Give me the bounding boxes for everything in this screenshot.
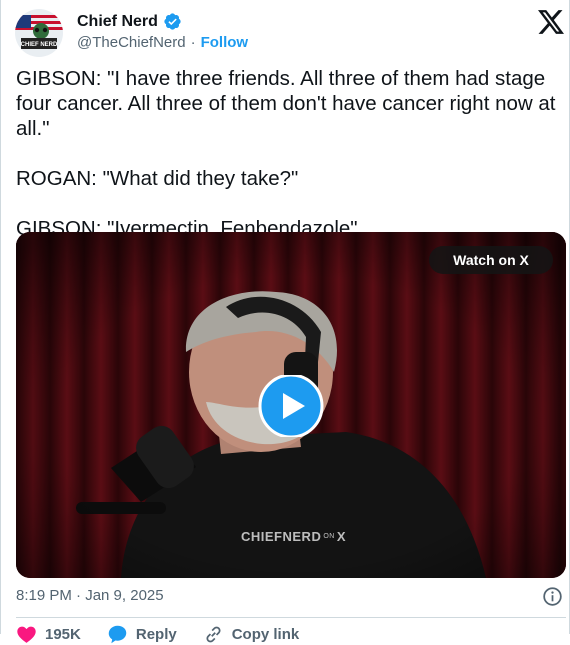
- tweet-text: GIBSON: "I have three friends. All three…: [16, 66, 561, 241]
- follow-button[interactable]: Follow: [201, 34, 249, 51]
- author-handle[interactable]: @TheChiefNerd: [77, 34, 186, 51]
- heart-icon: [17, 626, 36, 643]
- display-name[interactable]: Chief Nerd: [77, 13, 158, 31]
- tweet-timestamp[interactable]: 8:19 PM · Jan 9, 2025: [16, 587, 164, 604]
- tweet-paragraph: ROGAN: "What did they take?": [16, 167, 299, 190]
- author-name-row[interactable]: Chief Nerd: [77, 12, 182, 31]
- avatar[interactable]: CHIEF NERD: [15, 9, 63, 57]
- x-logo-icon[interactable]: [538, 10, 564, 34]
- divider: [16, 617, 566, 618]
- verified-badge-icon: [164, 13, 181, 30]
- like-button[interactable]: 195K: [16, 624, 81, 645]
- info-icon[interactable]: [542, 586, 563, 607]
- copy-link-label: Copy link: [231, 626, 300, 643]
- avatar-image: CHIEF NERD: [15, 9, 63, 57]
- watermark-x: X: [336, 529, 347, 544]
- like-count: 195K: [45, 626, 81, 643]
- separator-dot: ·: [190, 34, 196, 51]
- tweet-card: CHIEF NERD Chief Nerd @TheChiefNerd · Fo…: [0, 0, 570, 644]
- watermark-brand: CHIEFNERD: [241, 529, 322, 544]
- watch-on-x-button[interactable]: Watch on X: [429, 246, 553, 274]
- play-icon[interactable]: [252, 375, 330, 437]
- reply-icon: [108, 625, 127, 644]
- link-icon: [206, 626, 221, 643]
- copy-link-button[interactable]: Copy link: [203, 624, 300, 645]
- reply-button[interactable]: Reply: [107, 624, 177, 645]
- reply-label: Reply: [135, 626, 177, 643]
- watermark-on: ON: [323, 533, 335, 540]
- handle-row: @TheChiefNerd · Follow: [77, 34, 248, 51]
- video-watermark: CHIEFNERD ON X: [241, 529, 346, 544]
- avatar-caption: CHIEF NERD: [21, 42, 58, 48]
- tweet-paragraph: GIBSON: "I have three friends. All three…: [16, 67, 556, 140]
- action-bar: 195K Reply Copy link: [16, 624, 325, 645]
